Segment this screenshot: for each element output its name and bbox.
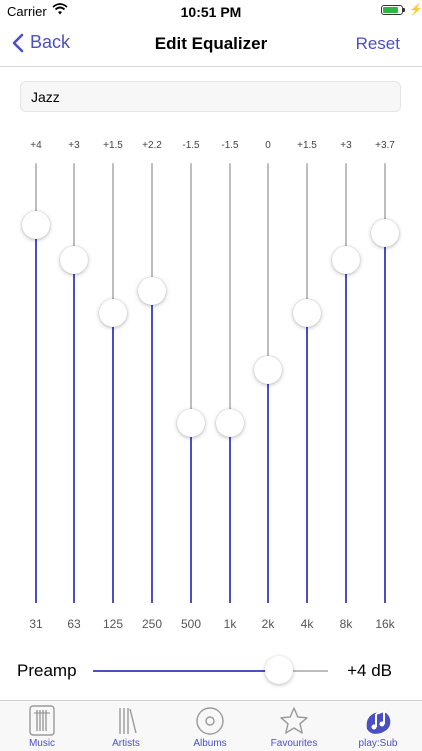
tab-albums[interactable]: Albums	[168, 701, 252, 751]
back-label: Back	[30, 32, 71, 52]
eq-slider-track	[229, 163, 231, 423]
eq-slider-fill	[112, 312, 114, 603]
reset-button[interactable]: Reset	[356, 34, 400, 54]
navigation-bar: Back Edit Equalizer Reset	[0, 22, 422, 67]
charging-bolt-icon: ⚡	[409, 4, 422, 16]
preamp-value: +4 dB	[347, 661, 392, 680]
tab-artists-label: Artists	[112, 738, 140, 749]
preamp-slider-fill	[93, 670, 279, 672]
eq-band-frequency-label: 16k	[375, 617, 395, 631]
chevron-left-icon	[12, 33, 24, 52]
equalizer-bands: +4 31 +3 63 +1.5 125 +2.2 250 -1.5 500 -1.5 1k 0 2k +1…	[0, 130, 422, 640]
clock: 10:51 PM	[180, 4, 242, 20]
eq-slider-track	[306, 163, 308, 313]
eq-slider-fill	[384, 233, 386, 603]
eq-slider-track	[190, 163, 192, 423]
tab-music-label: Music	[28, 738, 56, 749]
artists-icon	[119, 708, 137, 734]
preamp-slider[interactable]	[93, 656, 328, 684]
tab-favourites[interactable]: Favourites	[252, 701, 336, 751]
eq-band-16k: +3.7 16k	[355, 130, 415, 640]
eq-slider-fill	[267, 369, 269, 603]
eq-slider-fill	[190, 422, 192, 603]
preset-name-field[interactable]	[20, 81, 401, 112]
battery-cap	[403, 8, 405, 12]
eq-slider-fill	[229, 422, 231, 603]
tab-favourites-label: Favourites	[270, 738, 318, 749]
tab-playsub[interactable]: play:Sub	[336, 701, 420, 751]
eq-slider-fill	[35, 224, 37, 603]
eq-slider-fill	[306, 312, 308, 603]
tab-bar: Music Artists Albums Favourites play:Sub	[0, 700, 422, 751]
eq-slider-track	[112, 163, 114, 313]
album-disc-icon	[196, 707, 224, 735]
playsub-logo-icon	[366, 709, 391, 734]
preamp-slider-knob[interactable]	[264, 656, 293, 684]
status-bar: Carrier 10:51 PM ⚡	[0, 0, 422, 22]
eq-slider-fill	[151, 290, 153, 603]
preamp-label: Preamp	[17, 661, 77, 680]
eq-slider-fill	[73, 259, 75, 603]
eq-slider-fill	[345, 259, 347, 603]
eq-slider-track	[151, 163, 153, 291]
tab-albums-label: Albums	[193, 738, 227, 749]
star-icon	[280, 707, 308, 734]
tab-playsub-label: play:Sub	[358, 738, 398, 749]
battery-icon	[381, 5, 403, 15]
back-button[interactable]: Back	[12, 32, 70, 53]
tab-artists[interactable]: Artists	[84, 701, 168, 751]
eq-slider-knob[interactable]	[371, 219, 399, 248]
music-library-icon	[29, 705, 55, 736]
eq-band-value: +3.7	[375, 140, 395, 151]
tab-music[interactable]: Music	[0, 701, 84, 751]
eq-slider-track	[267, 163, 269, 370]
